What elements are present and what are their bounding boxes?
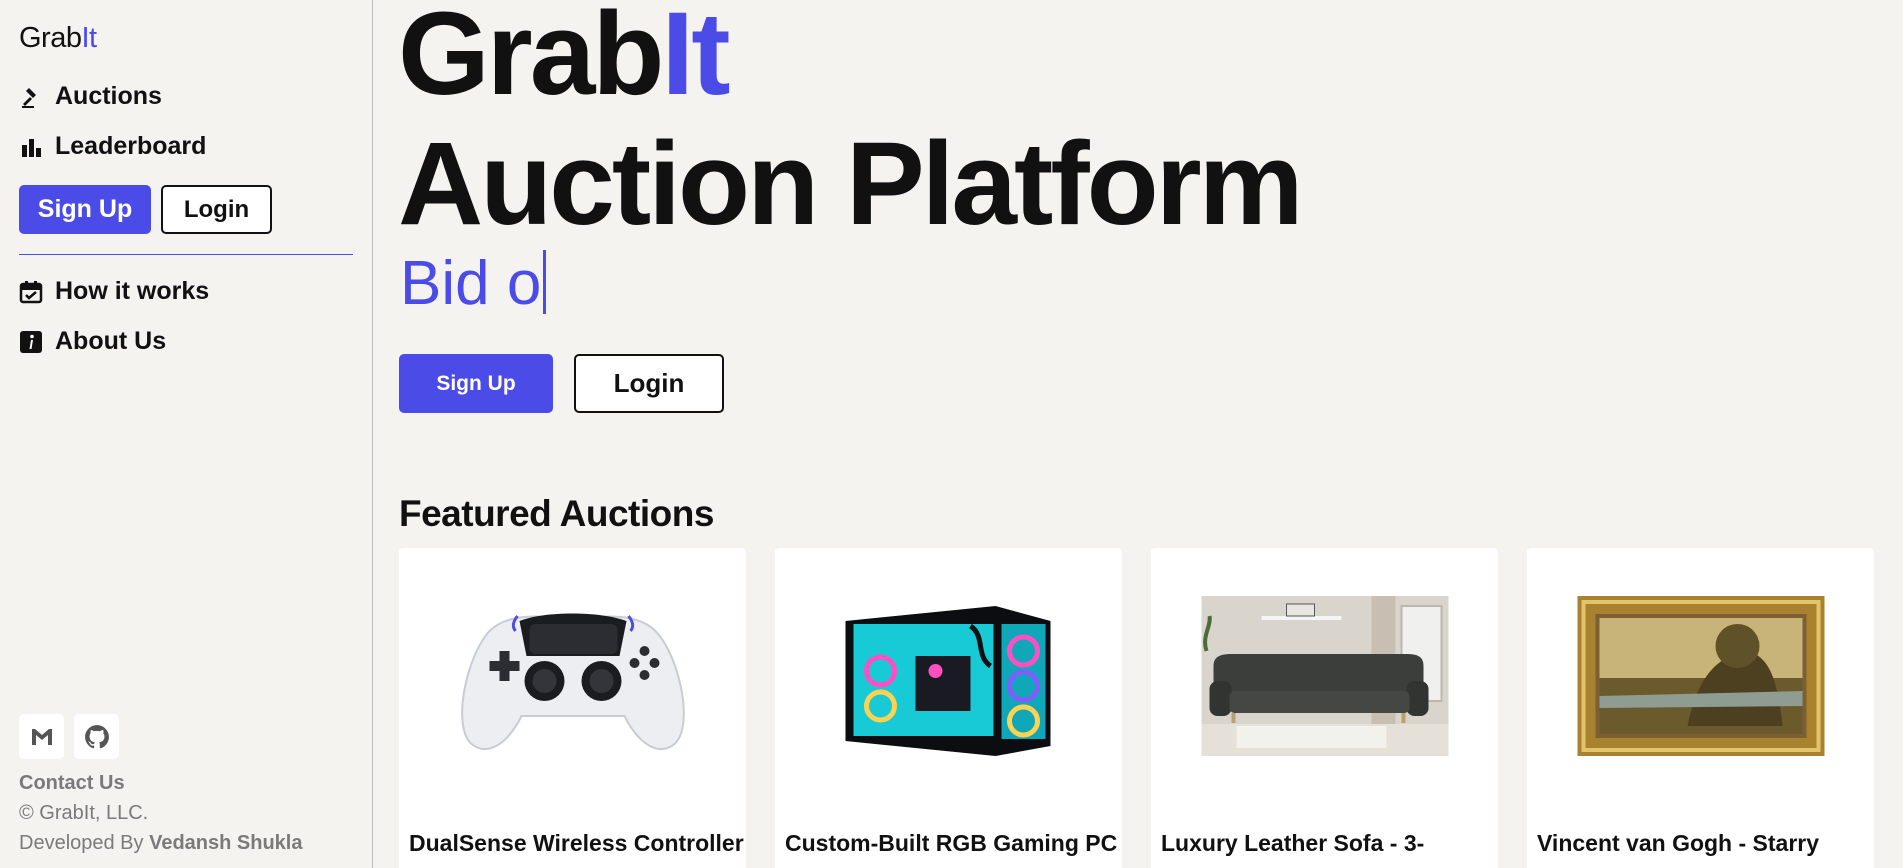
sidebar-item-label: Leaderboard	[55, 132, 207, 160]
developed-by-prefix: Developed By	[19, 832, 150, 854]
hero-title-part2: It	[661, 0, 730, 120]
typing-text-value: Bid o	[400, 249, 542, 318]
brand-name-part1: Grab	[19, 22, 82, 54]
auction-card-title: Vincent van Gogh - Starry	[1537, 830, 1820, 856]
github-button[interactable]	[74, 714, 119, 759]
sidebar-login-button[interactable]: Login	[161, 185, 272, 234]
gmail-button[interactable]	[19, 714, 64, 759]
sidebar-divider	[19, 254, 353, 255]
auction-card[interactable]: Custom-Built RGB Gaming PC	[775, 548, 1122, 868]
bar-chart-icon	[22, 138, 41, 157]
sidebar-item-label: About Us	[55, 327, 167, 355]
sidebar-item-how-it-works[interactable]: How it works	[19, 277, 209, 306]
copyright-text: © GrabIt, LLC.	[19, 802, 149, 824]
auction-card[interactable]: Vincent van Gogh - Starry	[1527, 548, 1874, 868]
github-icon	[84, 724, 109, 748]
featured-auctions-title: Featured Auctions	[399, 493, 714, 534]
auction-card[interactable]: Luxury Leather Sofa - 3-	[1151, 548, 1498, 868]
auction-card-title: Luxury Leather Sofa - 3-	[1161, 830, 1425, 856]
sidebar-item-label: Auctions	[55, 82, 162, 110]
hero-login-button[interactable]: Login	[574, 354, 724, 413]
gavel-icon	[22, 87, 36, 108]
typing-text: Bid o	[400, 248, 547, 319]
auction-card-title: Custom-Built RGB Gaming PC	[785, 830, 1118, 856]
hero-title-line1: GrabIt	[398, 0, 731, 122]
auction-card-title: DualSense Wireless Controller	[409, 830, 744, 856]
gaming-pc-image	[845, 606, 1050, 756]
hero-signup-button[interactable]: Sign Up	[399, 354, 553, 413]
hero-title-line2: Auction Platform	[398, 118, 1304, 250]
painting-image	[1577, 596, 1824, 756]
developed-by-text: Developed By Vedansh Shukla	[19, 832, 302, 855]
sidebar-item-auctions[interactable]: Auctions	[19, 82, 162, 111]
main-content: GrabIt Auction Platform Bid o Sign Up Lo…	[374, 0, 1903, 868]
controller-image	[460, 613, 685, 750]
hero-title-part1: Grab	[398, 0, 664, 120]
calendar-check-icon	[19, 280, 43, 303]
typing-caret	[543, 250, 547, 314]
auction-card[interactable]: DualSense Wireless Controller	[399, 548, 746, 868]
contact-us-link[interactable]: Contact Us	[19, 772, 125, 795]
sofa-image	[1201, 596, 1448, 756]
brand-logo[interactable]: GrabIt	[19, 22, 97, 55]
brand-name-part2: It	[81, 22, 97, 54]
developer-name[interactable]: Vedansh Shukla	[149, 832, 302, 854]
sidebar-signup-button[interactable]: Sign Up	[19, 185, 151, 234]
sidebar-item-label: How it works	[55, 277, 210, 305]
sidebar: GrabIt Auctions Leaderboard Sign Up Logi…	[0, 0, 373, 868]
sidebar-item-leaderboard[interactable]: Leaderboard	[19, 132, 206, 161]
sidebar-item-about-us[interactable]: About Us	[19, 327, 166, 356]
gmail-icon	[31, 728, 52, 745]
info-icon	[20, 330, 42, 353]
